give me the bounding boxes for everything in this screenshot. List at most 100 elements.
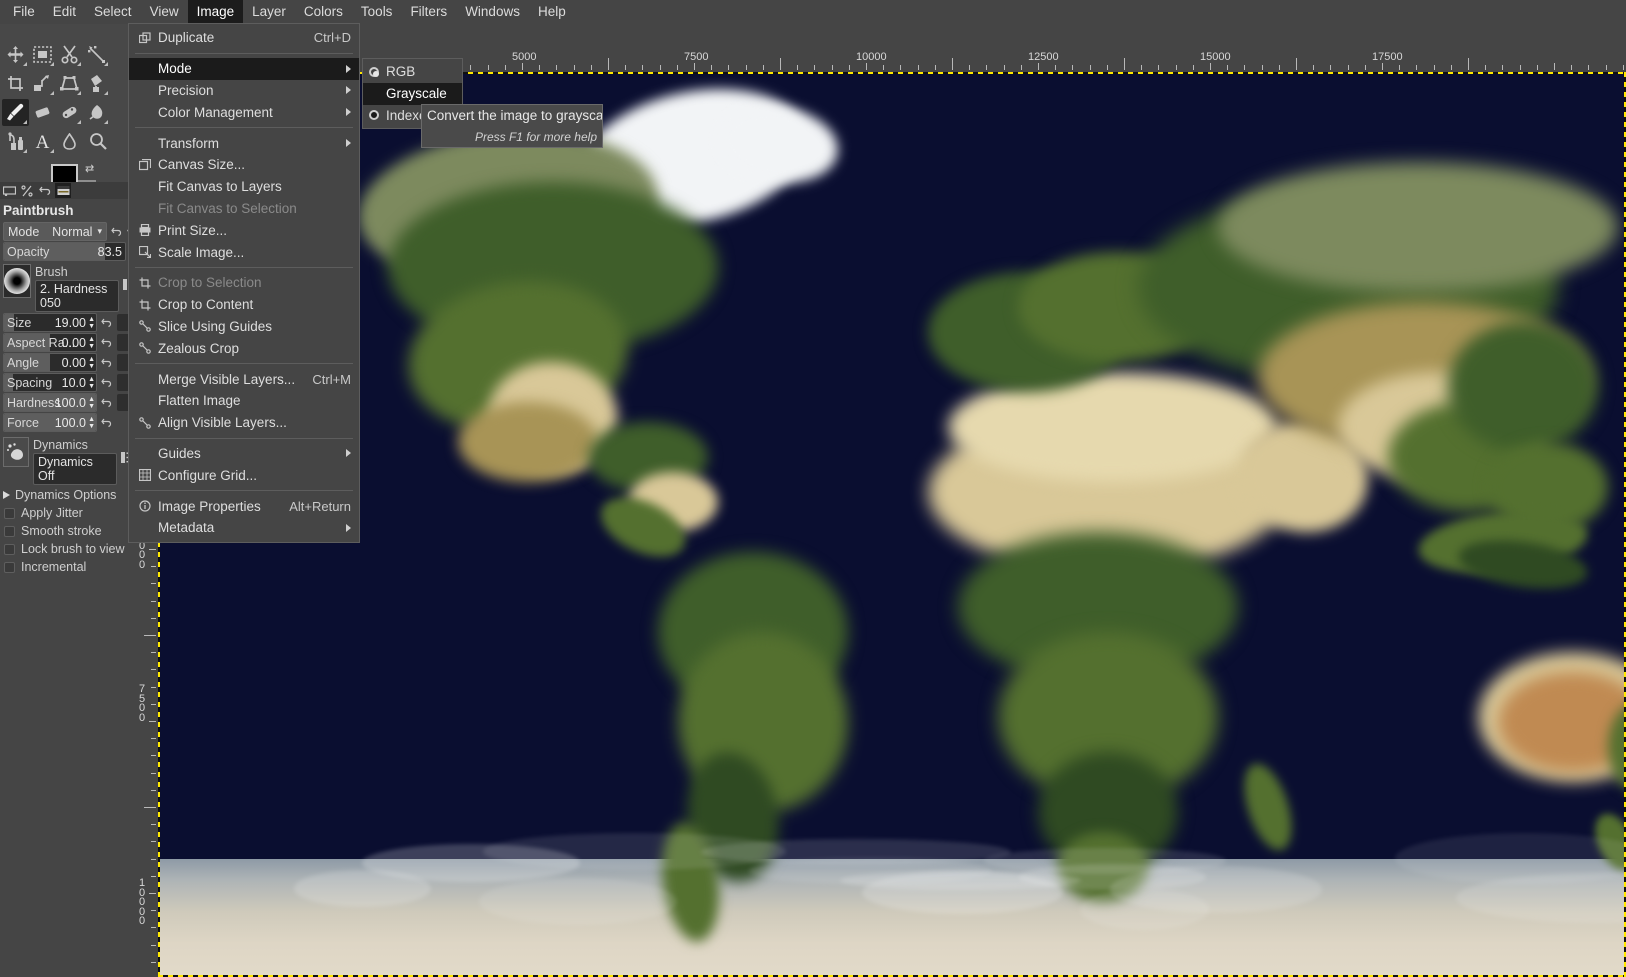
clone-tool[interactable] (2, 128, 29, 155)
menu-item-flatten-image[interactable]: Flatten Image (129, 390, 359, 412)
angle-reset-icon[interactable] (100, 354, 114, 371)
smudge-tool[interactable] (83, 99, 110, 126)
blur-sharpen-tool[interactable] (56, 128, 83, 155)
mode-reset-icon[interactable] (110, 223, 124, 240)
incremental-row[interactable]: Incremental (0, 558, 132, 576)
menu-item-slice-using-guides[interactable]: Slice Using Guides (129, 316, 359, 338)
menu-select[interactable]: Select (85, 0, 141, 24)
paths-tool[interactable] (83, 41, 110, 68)
smooth-stroke-row[interactable]: Smooth stroke (0, 522, 132, 540)
menu-item-shortcut: Ctrl+D (302, 30, 351, 45)
force-slider[interactable]: Force 100.0 ▲▼ (3, 413, 97, 432)
spacing-reset-icon[interactable] (100, 374, 114, 391)
menu-item-mode[interactable]: Mode (129, 58, 359, 80)
menu-view[interactable]: View (141, 0, 188, 24)
size-reset-icon[interactable] (100, 314, 114, 331)
scissors-select-tool[interactable] (56, 41, 83, 68)
menu-item-precision[interactable]: Precision (129, 80, 359, 102)
aspect-ratio-slider[interactable]: Aspect Ra... 0.00 ▲▼ (3, 333, 97, 352)
size-spinner[interactable]: ▲▼ (88, 316, 95, 330)
menu-image[interactable]: Image (188, 0, 244, 24)
shear-tool[interactable] (29, 70, 56, 97)
move-tool[interactable] (2, 41, 29, 68)
crop-tool[interactable] (2, 70, 29, 97)
lock-brush-to-view-checkbox[interactable] (4, 544, 15, 555)
menu-item-label: Configure Grid... (153, 468, 351, 483)
duplicate-icon (137, 32, 153, 44)
tab-device-status-icon[interactable] (19, 183, 35, 198)
incremental-checkbox[interactable] (4, 562, 15, 573)
angle-slider[interactable]: Angle 0.00 ▲▼ (3, 353, 97, 372)
menu-item-print-size[interactable]: Print Size... (129, 219, 359, 241)
size-slider[interactable]: Size 19.00 ▲▼ (3, 313, 97, 332)
menu-item-duplicate[interactable]: DuplicateCtrl+D (129, 27, 359, 49)
aspect-ratio-spinner[interactable]: ▲▼ (88, 336, 95, 350)
aspect-ratio-reset-icon[interactable] (100, 334, 114, 351)
menu-item-zealous-crop[interactable]: Zealous Crop (129, 337, 359, 359)
apply-jitter-row[interactable]: Apply Jitter (0, 504, 132, 522)
hardness-label: Hardness (4, 396, 61, 410)
menu-windows[interactable]: Windows (456, 0, 529, 24)
menu-item-fit-canvas-to-layers[interactable]: Fit Canvas to Layers (129, 176, 359, 198)
hardness-reset-icon[interactable] (100, 394, 114, 411)
zoom-tool[interactable] (85, 128, 112, 155)
smooth-stroke-checkbox[interactable] (4, 526, 15, 537)
menu-item-crop-to-content[interactable]: Crop to Content (129, 294, 359, 316)
menu-item-align-visible-layers[interactable]: Align Visible Layers... (129, 412, 359, 434)
brush-name-value[interactable]: 2. Hardness 050 (35, 280, 119, 312)
force-reset-icon[interactable] (100, 414, 114, 431)
brush-preview[interactable] (3, 264, 31, 298)
menu-item-configure-grid[interactable]: Configure Grid... (129, 464, 359, 486)
tab-tool-options-icon[interactable] (1, 183, 17, 198)
apply-jitter-checkbox[interactable] (4, 508, 15, 519)
perspective-tool[interactable] (56, 70, 83, 97)
tab-images-icon[interactable] (55, 183, 71, 198)
spacing-slider[interactable]: Spacing 10.0 ▲▼ (3, 373, 97, 392)
dynamics-name-value[interactable]: Dynamics Off (33, 453, 117, 485)
menu-item-merge-visible-layers[interactable]: Merge Visible Layers...Ctrl+M (129, 368, 359, 390)
text-tool[interactable]: A (29, 128, 56, 155)
bucket-fill-tool[interactable] (83, 70, 110, 97)
world-map-image[interactable] (158, 72, 1626, 977)
menu-item-transform[interactable]: Transform (129, 132, 359, 154)
incremental-label: Incremental (21, 560, 86, 574)
image-canvas[interactable] (158, 72, 1626, 977)
menu-item-scale-image[interactable]: Scale Image... (129, 241, 359, 263)
menu-item-metadata[interactable]: Metadata (129, 517, 359, 539)
menu-item-guides[interactable]: Guides (129, 443, 359, 465)
menu-tools[interactable]: Tools (352, 0, 402, 24)
ruler-tick (149, 893, 156, 894)
paint-mode-select[interactable]: Mode Normal ▾ (3, 222, 107, 241)
menu-layer[interactable]: Layer (243, 0, 295, 24)
spacing-spinner[interactable]: ▲▼ (88, 376, 95, 390)
menu-item-color-management[interactable]: Color Management (129, 101, 359, 123)
healing-tool[interactable] (56, 99, 83, 126)
menu-edit[interactable]: Edit (44, 0, 85, 24)
hardness-slider[interactable]: Hardness 100.0 ▲▼ (3, 393, 97, 412)
submenu-item-grayscale[interactable]: Grayscale (363, 83, 462, 105)
dynamics-preview[interactable] (3, 437, 29, 467)
lock-brush-to-view-row[interactable]: Lock brush to view (0, 540, 132, 558)
tab-undo-history-icon[interactable] (37, 183, 53, 198)
menu-colors[interactable]: Colors (295, 0, 352, 24)
hardness-spinner[interactable]: ▲▼ (88, 396, 95, 410)
ruler-tick (814, 65, 815, 70)
menu-help[interactable]: Help (529, 0, 575, 24)
submenu-item-rgb[interactable]: RGB (363, 61, 462, 83)
force-label: Force (4, 416, 39, 430)
force-spinner[interactable]: ▲▼ (88, 416, 95, 430)
dynamics-options-expander[interactable]: Dynamics Options (0, 485, 132, 504)
lock-brush-to-view-label: Lock brush to view (21, 542, 125, 556)
menu-item-image-properties[interactable]: Image PropertiesAlt+Return (129, 495, 359, 517)
angle-spinner[interactable]: ▲▼ (88, 356, 95, 370)
menu-item-canvas-size[interactable]: Canvas Size... (129, 154, 359, 176)
tooltip-text: Convert the image to grayscale (427, 108, 597, 123)
eraser-tool[interactable] (29, 99, 56, 126)
swap-colors-icon[interactable]: ⇄ (85, 162, 94, 175)
menu-file[interactable]: File (4, 0, 44, 24)
rectangle-select-tool[interactable] (29, 41, 56, 68)
size-label: Size (4, 316, 31, 330)
opacity-slider[interactable]: Opacity 83.5 (3, 242, 126, 261)
menu-filters[interactable]: Filters (401, 0, 456, 24)
paintbrush-tool[interactable] (2, 99, 29, 126)
